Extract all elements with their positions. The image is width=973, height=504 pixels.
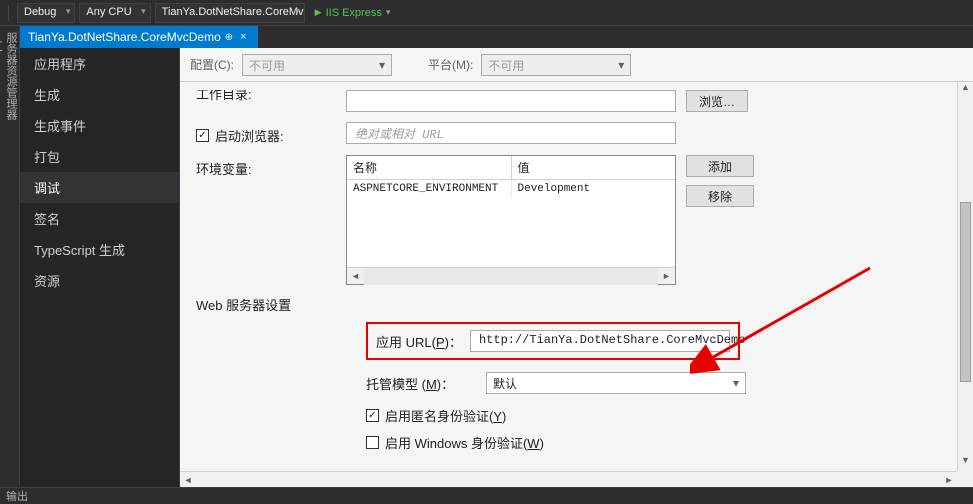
properties-content: 配置(C): 不可用 平台(M): 不可用 工作目录: ━━━━━━━━━━ 浏… bbox=[180, 48, 973, 487]
web-server-section-title: Web 服务器设置 bbox=[196, 295, 941, 314]
platform-label: 平台(M): bbox=[428, 56, 473, 73]
checkbox-checked-icon bbox=[196, 129, 209, 142]
launch-browser-checkbox[interactable]: 启动浏览器: bbox=[196, 126, 346, 145]
scroll-left-icon[interactable]: ◄ bbox=[180, 472, 196, 487]
pin-icon[interactable]: ⊕ bbox=[225, 32, 233, 43]
output-panel-tab[interactable]: 输出 bbox=[0, 487, 973, 501]
platform-dropdown[interactable]: Any CPU bbox=[79, 3, 150, 23]
config-platform-bar: 配置(C): 不可用 平台(M): 不可用 bbox=[180, 48, 973, 82]
close-icon[interactable]: × bbox=[237, 31, 249, 43]
config-dropdown[interactable]: Debug bbox=[17, 3, 75, 23]
nav-signing[interactable]: 签名 bbox=[20, 203, 179, 234]
nav-debug[interactable]: 调试 bbox=[20, 172, 179, 203]
top-toolbar: Debug Any CPU TianYa.DotNetShare.CoreMvc… bbox=[0, 0, 973, 26]
properties-side-nav: 应用程序 生成 生成事件 打包 调试 签名 TypeScript 生成 资源 bbox=[20, 48, 180, 487]
vertical-scrollbar[interactable]: ▲ ▼ bbox=[957, 82, 973, 471]
env-vars-table[interactable]: 名称 值 ASPNETCORE_ENVIRONMENT Development … bbox=[346, 155, 676, 285]
env-hscroll[interactable]: ◄ ► bbox=[347, 267, 675, 284]
config-select[interactable]: 不可用 bbox=[242, 54, 392, 76]
document-tab-active[interactable]: TianYa.DotNetShare.CoreMvcDemo ⊕ × bbox=[20, 26, 258, 48]
env-col-value[interactable]: 值 bbox=[512, 156, 676, 179]
scroll-down-icon[interactable]: ▼ bbox=[958, 455, 973, 471]
scroll-right-icon[interactable]: ► bbox=[941, 472, 957, 487]
hosting-model-label: 托管模型 (M)： bbox=[366, 374, 478, 393]
horizontal-scrollbar[interactable]: ◄ ► bbox=[180, 471, 957, 487]
platform-select[interactable]: 不可用 bbox=[481, 54, 631, 76]
toolbox-icon[interactable]: 工 bbox=[0, 36, 3, 55]
remove-button[interactable]: 移除 bbox=[686, 185, 754, 207]
nav-typescript-build[interactable]: TypeScript 生成 bbox=[20, 234, 179, 265]
server-explorer-tab[interactable]: 服务器资源管理器 bbox=[3, 32, 19, 478]
hosting-model-select[interactable]: 默认 bbox=[486, 372, 746, 394]
left-tool-strip[interactable]: 服务器资源管理器 工 工具箱 bbox=[0, 26, 20, 486]
scroll-body: 工作目录: ━━━━━━━━━━ 浏览… 启动浏览器: 绝对或相对 URL 环境… bbox=[180, 82, 957, 471]
app-url-highlight: 应用 URL(P)： http://TianYa.DotNetShare.Cor… bbox=[366, 322, 740, 360]
nav-resources[interactable]: 资源 bbox=[20, 265, 179, 296]
env-vars-row: 环境变量: 名称 值 ASPNETCORE_ENVIRONMENT Develo… bbox=[196, 155, 941, 285]
nav-build-events[interactable]: 生成事件 bbox=[20, 110, 179, 141]
windows-auth-checkbox[interactable]: 启用 Windows 身份验证(W) bbox=[366, 433, 941, 452]
scrollbar-thumb[interactable] bbox=[960, 202, 971, 382]
config-label: 配置(C): bbox=[190, 56, 234, 73]
add-button[interactable]: 添加 bbox=[686, 155, 754, 177]
launch-browser-input[interactable]: 绝对或相对 URL bbox=[346, 122, 676, 144]
scroll-up-icon[interactable]: ▲ bbox=[958, 82, 973, 98]
nav-application[interactable]: 应用程序 bbox=[20, 48, 179, 79]
startup-project-dropdown[interactable]: TianYa.DotNetShare.CoreMvcD… bbox=[155, 3, 305, 23]
workdir-label: 工作目录: bbox=[196, 90, 346, 104]
scroll-left-icon[interactable]: ◄ bbox=[347, 271, 364, 281]
checkbox-checked-icon bbox=[366, 409, 379, 422]
run-button[interactable]: IIS Express▾ bbox=[309, 5, 397, 21]
document-tab-row: TianYa.DotNetShare.CoreMvcDemo ⊕ × bbox=[20, 26, 973, 48]
scrollbar-corner bbox=[957, 471, 973, 487]
document-tab-title: TianYa.DotNetShare.CoreMvcDemo bbox=[28, 30, 221, 44]
checkbox-unchecked-icon bbox=[366, 436, 379, 449]
launch-browser-row: 启动浏览器: 绝对或相对 URL bbox=[196, 122, 941, 145]
workdir-input[interactable]: ━━━━━━━━━━ bbox=[346, 90, 676, 112]
table-row[interactable]: ASPNETCORE_ENVIRONMENT Development bbox=[347, 180, 675, 198]
env-vars-label: 环境变量: bbox=[196, 155, 346, 178]
env-col-name[interactable]: 名称 bbox=[347, 156, 512, 179]
app-url-label: 应用 URL(P)： bbox=[376, 332, 462, 351]
browse-button[interactable]: 浏览… bbox=[686, 90, 748, 112]
toolbar-separator bbox=[8, 5, 9, 21]
anon-auth-checkbox[interactable]: 启用匿名身份验证(Y) bbox=[366, 406, 941, 425]
nav-build[interactable]: 生成 bbox=[20, 79, 179, 110]
nav-package[interactable]: 打包 bbox=[20, 141, 179, 172]
scroll-right-icon[interactable]: ► bbox=[658, 271, 675, 281]
app-url-input[interactable]: http://TianYa.DotNetShare.CoreMvcDemo bbox=[470, 330, 730, 352]
workdir-row: 工作目录: ━━━━━━━━━━ 浏览… bbox=[196, 90, 941, 112]
